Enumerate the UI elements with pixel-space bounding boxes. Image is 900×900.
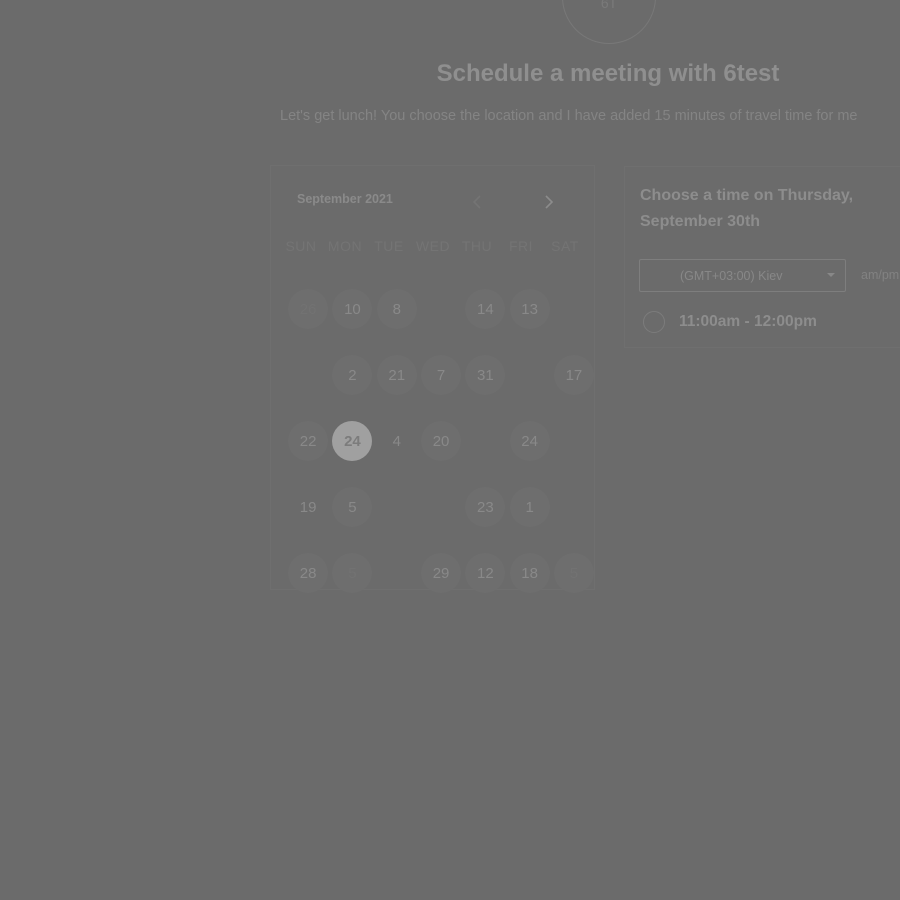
prev-month-button[interactable] xyxy=(467,192,487,212)
chevron-right-icon xyxy=(545,195,554,209)
calendar-day-number xyxy=(465,421,505,461)
calendar-day[interactable]: 8 xyxy=(375,276,419,342)
calendar-day-number xyxy=(421,289,461,329)
calendar-day[interactable]: 20 xyxy=(419,408,463,474)
calendar-day-number: 29 xyxy=(421,553,462,593)
calendar-day xyxy=(419,276,463,342)
calendar-day[interactable]: 23 xyxy=(463,474,507,540)
calendar-day-number: 14 xyxy=(465,289,506,329)
calendar-day[interactable]: 10 xyxy=(330,276,374,342)
time-slot-label: 11:00am - 12:00pm xyxy=(679,313,817,330)
calendar-day: 4 xyxy=(375,408,419,474)
calendar-panel: September 2021 SUN MON TUE WED THU FRI S… xyxy=(270,165,595,593)
weekday-label: THU xyxy=(461,238,493,254)
calendar-day[interactable]: 5 xyxy=(330,540,374,606)
calendar-day-number xyxy=(554,487,594,527)
calendar-day-number xyxy=(377,553,417,593)
calendar-day-number: 1 xyxy=(509,487,550,527)
calendar-day[interactable]: 13 xyxy=(507,276,551,342)
calendar-day[interactable]: 7 xyxy=(419,342,463,408)
calendar-day[interactable]: 28 xyxy=(286,540,330,606)
page-title: Schedule a meeting with 6test xyxy=(436,60,780,87)
calendar-day[interactable]: 18 xyxy=(507,540,551,606)
caret-down-icon xyxy=(827,273,835,277)
calendar-day-number xyxy=(421,487,461,527)
calendar-day-number xyxy=(554,421,594,461)
calendar-day-number: 13 xyxy=(509,289,550,329)
calendar-day[interactable]: 21 xyxy=(375,342,419,408)
radio-button[interactable] xyxy=(643,311,665,333)
calendar-day-number: 21 xyxy=(376,355,417,395)
calendar-day[interactable]: 17 xyxy=(552,342,596,408)
calendar-day-number: 23 xyxy=(465,487,506,527)
calendar-day-number: 7 xyxy=(421,355,462,395)
calendar-day xyxy=(507,342,551,408)
calendar-day-number: 24 xyxy=(332,421,373,461)
calendar-day xyxy=(375,540,419,606)
calendar-day-number: 26 xyxy=(288,289,329,329)
calendar-day xyxy=(552,276,596,342)
calendar-day[interactable]: 26 xyxy=(286,276,330,342)
time-slot[interactable]: 11:00am - 12:00pm xyxy=(643,311,817,333)
weekday-label: SAT xyxy=(551,238,579,254)
calendar-day-number: 4 xyxy=(392,432,401,450)
calendar-day[interactable]: 12 xyxy=(463,540,507,606)
calendar-day-number xyxy=(554,289,594,329)
calendar-day[interactable]: 31 xyxy=(463,342,507,408)
calendar-day-number xyxy=(377,487,417,527)
calendar-day-number: 5 xyxy=(332,487,373,527)
calendar-day-number: 24 xyxy=(509,421,550,461)
time-panel-heading: Choose a time on Thursday, September 30t… xyxy=(640,187,854,230)
month-label: September 2021 xyxy=(297,192,393,206)
weekday-header: SUN MON TUE WED THU FRI SAT xyxy=(279,238,589,254)
calendar-day-number: 22 xyxy=(288,421,329,461)
weekday-label: FRI xyxy=(508,238,534,254)
ampm-toggle[interactable]: am/pm xyxy=(861,268,899,282)
calendar-day-number: 12 xyxy=(465,553,506,593)
day-grid: 26 10 8 14 13 2 21 7 31 17 22 24 4 20 24 19 5 23 1 28 5 29 12 1… xyxy=(286,276,596,606)
calendar-day-number: 20 xyxy=(421,421,462,461)
weekday-label: WED xyxy=(415,238,451,254)
weekday-label: SUN xyxy=(285,238,317,254)
calendar-day xyxy=(463,408,507,474)
calendar-day-number: 31 xyxy=(465,355,506,395)
calendar-day-number: 28 xyxy=(288,553,329,593)
page-subtitle: Let's get lunch! You choose the location… xyxy=(280,108,858,124)
avatar: 6T xyxy=(562,0,656,44)
timezone-select[interactable]: (GMT+03:00) Kiev xyxy=(639,259,846,292)
calendar-day: 19 xyxy=(286,474,330,540)
calendar-day[interactable]: 2 xyxy=(330,342,374,408)
calendar-day-number: 5 xyxy=(332,553,373,593)
calendar-day-number: 17 xyxy=(553,355,594,395)
calendar-day[interactable]: 5 xyxy=(330,474,374,540)
next-month-button[interactable] xyxy=(539,192,559,212)
calendar-day xyxy=(286,342,330,408)
calendar-day-number: 5 xyxy=(553,553,594,593)
calendar-day-number: 2 xyxy=(332,355,373,395)
avatar-initials: 6T xyxy=(600,0,618,11)
calendar-day[interactable]: 14 xyxy=(463,276,507,342)
calendar-day-number: 8 xyxy=(376,289,417,329)
calendar-day-number: 10 xyxy=(332,289,373,329)
calendar-day xyxy=(375,474,419,540)
chevron-left-icon xyxy=(472,195,481,209)
calendar-day-number xyxy=(288,355,328,395)
weekday-label: TUE xyxy=(374,238,404,254)
calendar-day[interactable]: 29 xyxy=(419,540,463,606)
calendar-day[interactable]: 24 xyxy=(507,408,551,474)
calendar-day-number: 19 xyxy=(299,498,317,516)
calendar-day[interactable]: 1 xyxy=(507,474,551,540)
weekday-label: MON xyxy=(327,238,363,254)
calendar-day[interactable]: 5 xyxy=(552,540,596,606)
calendar-day xyxy=(552,474,596,540)
calendar-day[interactable]: 24 xyxy=(330,408,374,474)
calendar-day-number xyxy=(510,355,550,395)
timezone-value: (GMT+03:00) Kiev xyxy=(680,268,783,283)
calendar-day-number: 18 xyxy=(509,553,550,593)
calendar-day xyxy=(419,474,463,540)
calendar-day xyxy=(552,408,596,474)
calendar-day[interactable]: 22 xyxy=(286,408,330,474)
